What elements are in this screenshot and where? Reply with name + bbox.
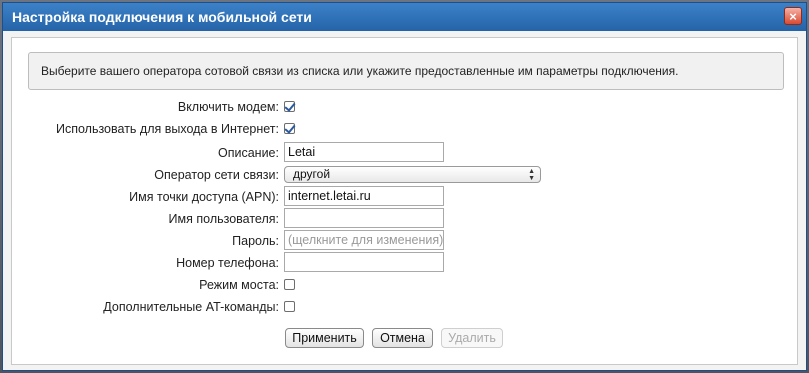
use-for-internet-label: Использовать для выхода в Интернет: — [55, 122, 279, 136]
apn-input[interactable]: internet.letai.ru — [284, 186, 444, 206]
username-label: Имя пользователя: — [168, 212, 279, 226]
cancel-button[interactable]: Отмена — [372, 328, 433, 348]
row-password: Пароль: (щелкните для изменения) — [12, 230, 799, 252]
row-apn: Имя точки доступа (APN): internet.letai.… — [12, 186, 799, 208]
at-commands-checkbox[interactable] — [284, 301, 295, 312]
info-message: Выберите вашего оператора сотовой связи … — [28, 52, 784, 90]
row-use-for-internet: Использовать для выхода в Интернет: — [12, 118, 799, 140]
phone-label: Номер телефона: — [176, 256, 279, 270]
row-description: Описание: Letai — [12, 142, 799, 164]
password-label: Пароль: — [232, 234, 279, 248]
enable-modem-label: Включить модем: — [177, 100, 279, 114]
close-icon[interactable]: × — [784, 7, 802, 25]
operator-selected-value: другой — [293, 167, 331, 181]
dialog-titlebar: Настройка подключения к мобильной сети — [3, 3, 806, 31]
bridge-mode-checkbox[interactable] — [284, 279, 295, 290]
description-label: Описание: — [218, 146, 279, 160]
row-phone: Номер телефона: — [12, 252, 799, 274]
row-at-commands: Дополнительные AT-команды: — [12, 296, 799, 318]
mobile-connection-dialog: Настройка подключения к мобильной сети ×… — [2, 2, 807, 371]
phone-input[interactable] — [284, 252, 444, 272]
row-enable-modem: Включить модем: — [12, 96, 799, 118]
description-input[interactable]: Letai — [284, 142, 444, 162]
operator-select[interactable]: другой ▲ ▼ — [284, 166, 541, 183]
apply-button[interactable]: Применить — [285, 328, 364, 348]
username-input[interactable] — [284, 208, 444, 228]
bridge-mode-label: Режим моста: — [199, 278, 279, 292]
operator-label: Оператор сети связи: — [154, 168, 279, 182]
delete-button[interactable]: Удалить — [441, 328, 503, 348]
row-bridge-mode: Режим моста: — [12, 274, 799, 296]
apn-label: Имя точки доступа (APN): — [129, 190, 279, 204]
enable-modem-checkbox[interactable] — [284, 101, 295, 112]
use-for-internet-checkbox[interactable] — [284, 123, 295, 134]
row-operator: Оператор сети связи: другой ▲ ▼ — [12, 164, 799, 186]
select-arrows-icon: ▲ ▼ — [528, 168, 535, 182]
dialog-title: Настройка подключения к мобильной сети — [12, 9, 312, 25]
at-commands-label: Дополнительные AT-команды: — [103, 300, 279, 314]
password-input[interactable]: (щелкните для изменения) — [284, 230, 444, 250]
dialog-content: Выберите вашего оператора сотовой связи … — [11, 37, 798, 365]
row-username: Имя пользователя: — [12, 208, 799, 230]
